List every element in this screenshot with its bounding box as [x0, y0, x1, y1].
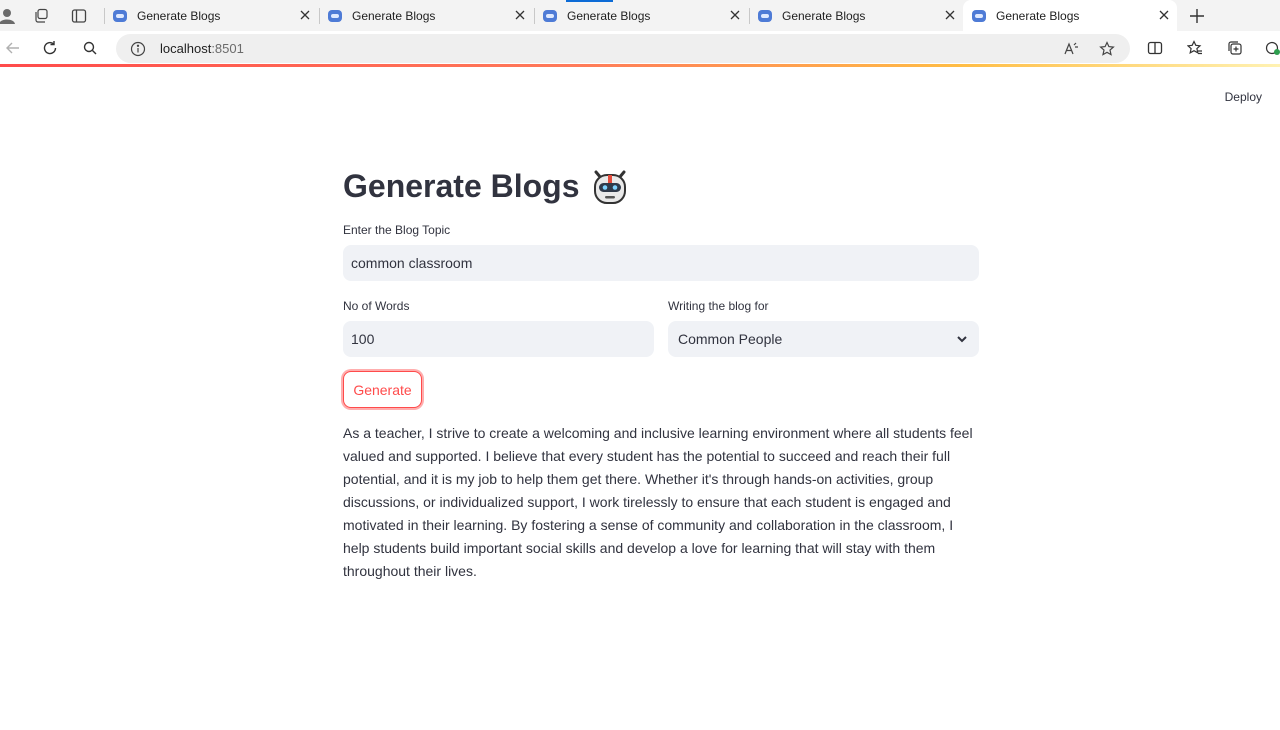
app-favicon-icon	[972, 9, 986, 22]
topic-input[interactable]	[343, 245, 979, 281]
close-icon[interactable]	[1157, 8, 1171, 22]
audience-select-value: Common People	[678, 331, 783, 347]
split-screen-icon[interactable]	[1144, 37, 1166, 59]
tab-title: Generate Blogs	[137, 8, 221, 23]
words-input[interactable]	[343, 321, 654, 357]
search-icon[interactable]	[79, 37, 101, 59]
browser-tab-active[interactable]: Generate Blogs	[963, 0, 1177, 31]
url-text: localhost:8501	[160, 41, 244, 56]
info-icon[interactable]	[130, 41, 146, 57]
browser-tab[interactable]: Generate Blogs	[534, 0, 748, 31]
refresh-icon[interactable]	[39, 37, 61, 59]
close-icon[interactable]	[728, 8, 742, 22]
words-label: No of Words	[343, 299, 410, 313]
generated-blog-text: As a teacher, I strive to create a welco…	[343, 425, 973, 579]
close-icon[interactable]	[513, 8, 527, 22]
tab-title: Generate Blogs	[352, 8, 436, 23]
tab-title: Generate Blogs	[782, 8, 866, 23]
browser-toolbar: localhost:8501	[0, 31, 1280, 65]
read-aloud-icon[interactable]	[1062, 40, 1080, 58]
tab-strip: Generate Blogs Generate Blogs Generate B…	[0, 0, 1280, 31]
close-icon[interactable]	[943, 8, 957, 22]
star-icon[interactable]	[1098, 40, 1116, 58]
tab-title: Generate Blogs	[996, 8, 1080, 23]
robot-face-icon	[593, 170, 626, 204]
audience-label: Writing the blog for	[668, 299, 769, 313]
address-bar[interactable]: localhost:8501	[116, 34, 1130, 63]
tab-title: Generate Blogs	[567, 8, 651, 23]
favorites-icon[interactable]	[1184, 37, 1206, 59]
browser-tab[interactable]: Generate Blogs	[749, 0, 963, 31]
profile-icon[interactable]	[0, 5, 18, 27]
extension-icon[interactable]	[1262, 37, 1280, 59]
url-host: localhost	[160, 41, 212, 56]
tab-actions-icon[interactable]	[68, 5, 90, 27]
browser-tab[interactable]: Generate Blogs	[319, 0, 533, 31]
page-title: Generate Blogs	[343, 166, 630, 206]
back-arrow-icon[interactable]	[2, 37, 24, 59]
topic-label: Enter the Blog Topic	[343, 223, 451, 237]
audience-select[interactable]: Common People	[668, 321, 979, 357]
app-favicon-icon	[543, 9, 557, 22]
generate-button[interactable]: Generate	[343, 371, 422, 408]
collections-icon[interactable]	[1224, 37, 1246, 59]
url-port: :8501	[211, 41, 244, 56]
app-favicon-icon	[113, 9, 127, 22]
page-title-text: Generate Blogs	[343, 167, 580, 204]
chevron-down-icon	[957, 336, 967, 343]
deploy-button[interactable]: Deploy	[1225, 90, 1262, 104]
close-icon[interactable]	[298, 8, 312, 22]
app-favicon-icon	[758, 9, 772, 22]
loading-gradient-bar	[0, 64, 1280, 67]
workspaces-icon[interactable]	[30, 5, 52, 27]
app-favicon-icon	[328, 9, 342, 22]
browser-tab[interactable]: Generate Blogs	[104, 0, 318, 31]
plus-icon[interactable]	[1186, 5, 1208, 27]
